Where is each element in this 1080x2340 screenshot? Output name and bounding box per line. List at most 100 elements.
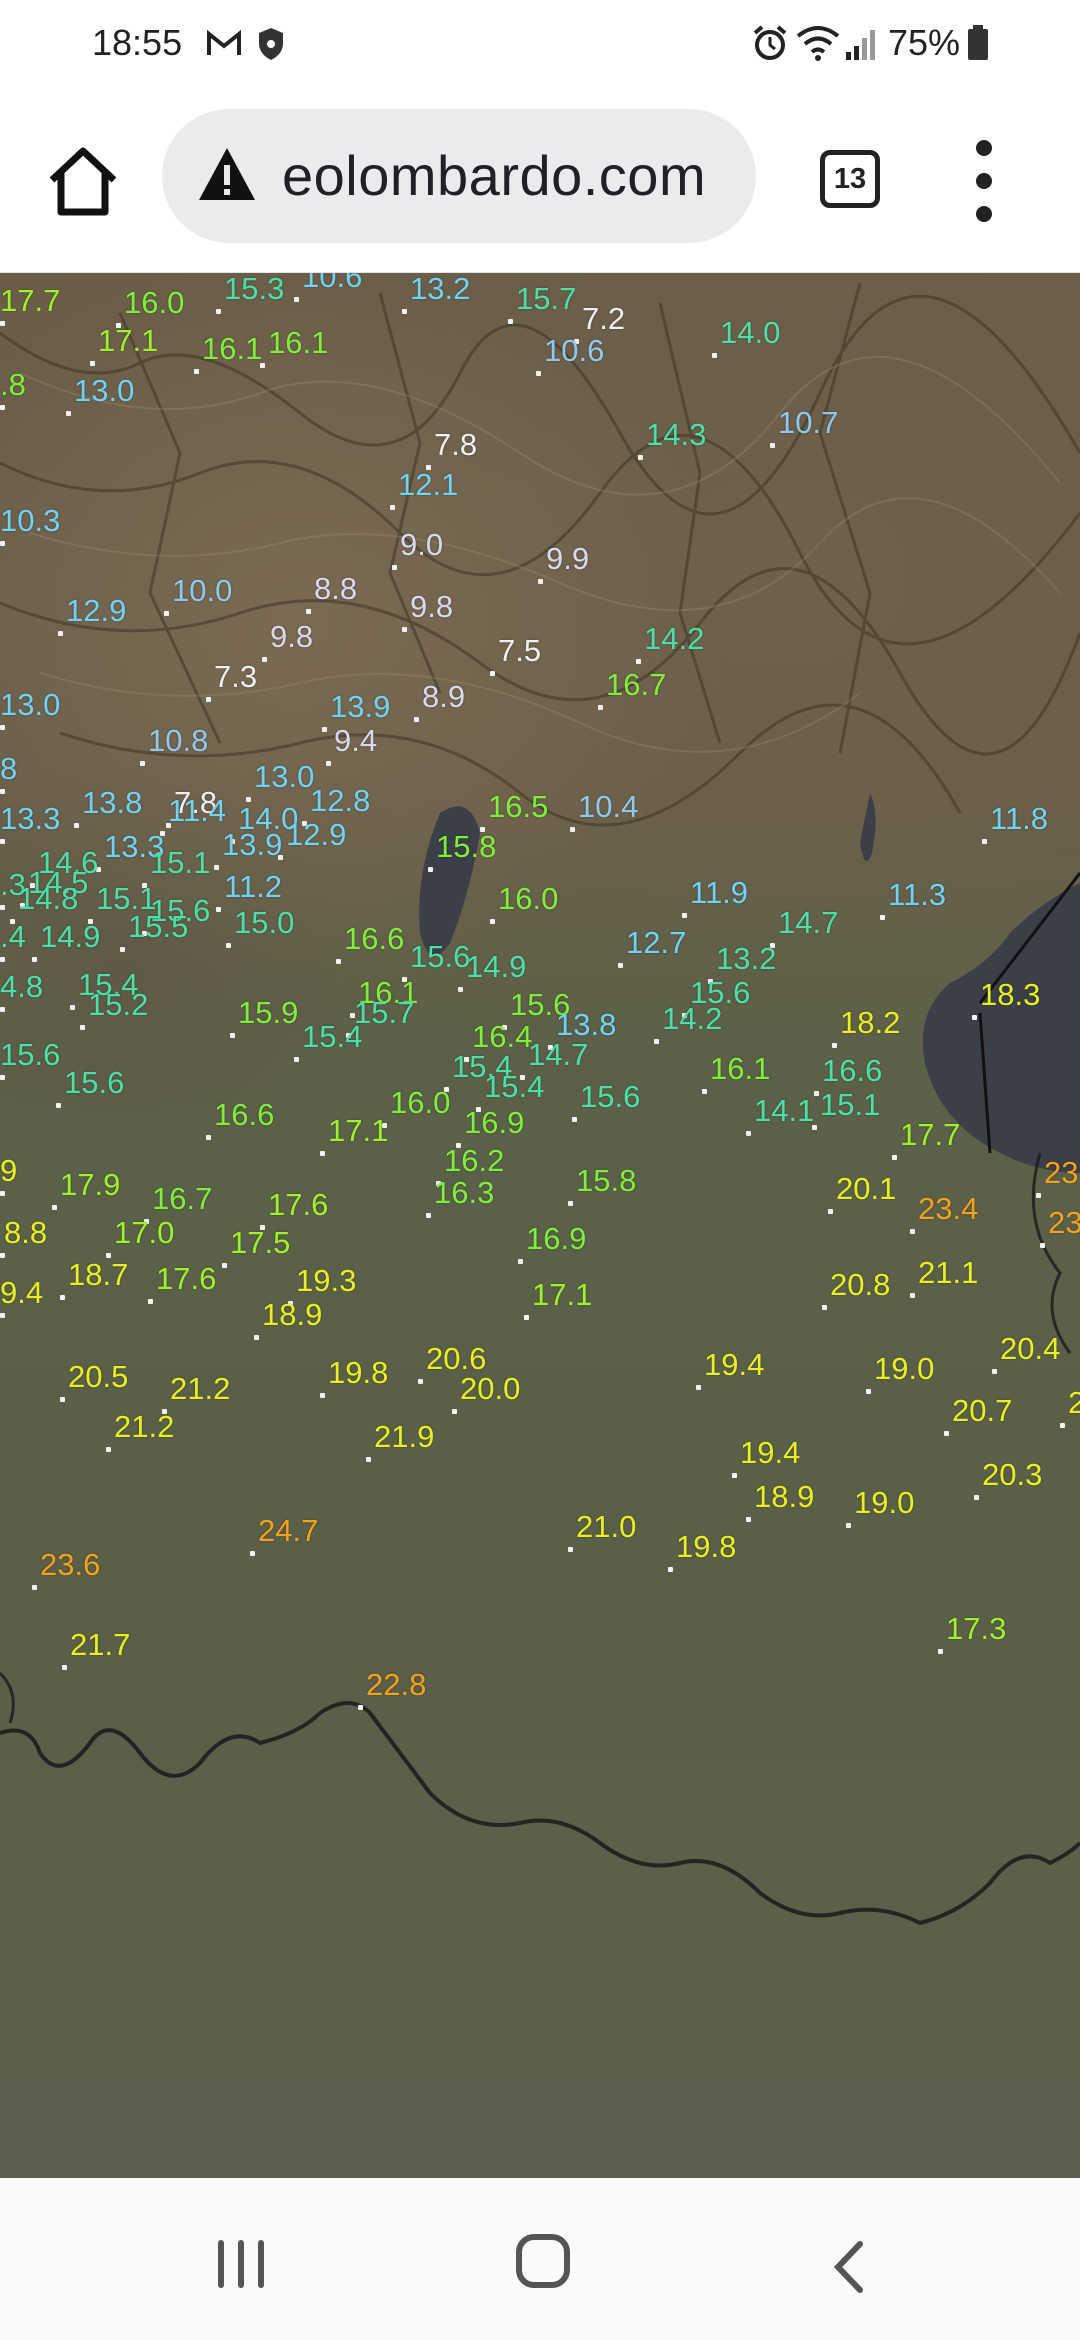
temperature-label[interactable]: 16.0: [124, 287, 184, 318]
temperature-label[interactable]: 13.3: [0, 803, 60, 834]
back-icon[interactable]: [826, 2238, 876, 2296]
temperature-label[interactable]: .4: [0, 921, 26, 952]
temperature-label[interactable]: 15.6: [0, 1039, 60, 1070]
temperature-label[interactable]: 11.8: [990, 803, 1048, 834]
temperature-label[interactable]: 19.0: [854, 1487, 914, 1518]
temperature-label[interactable]: 14.1: [754, 1095, 814, 1126]
temperature-label[interactable]: 19.8: [328, 1357, 388, 1388]
temperature-label[interactable]: 9.9: [546, 543, 589, 574]
temperature-label[interactable]: 12.9: [66, 595, 126, 626]
temperature-label[interactable]: 20.1: [836, 1173, 896, 1204]
temperature-label[interactable]: 15.7: [516, 283, 576, 314]
temperature-label[interactable]: 17.5: [230, 1227, 290, 1258]
temperature-label[interactable]: 11.3: [888, 879, 946, 910]
temperature-label[interactable]: 23.4: [918, 1193, 978, 1224]
temperature-label[interactable]: 13.0: [0, 689, 60, 720]
temperature-label[interactable]: 20.3: [982, 1459, 1042, 1490]
temperature-label[interactable]: 17.1: [532, 1279, 592, 1310]
temperature-label[interactable]: 16.2: [444, 1145, 504, 1176]
temperature-label[interactable]: 7.8: [434, 429, 477, 460]
temperature-label[interactable]: 17.3: [946, 1613, 1006, 1644]
temperature-label[interactable]: 21.1: [918, 1257, 978, 1288]
temperature-label[interactable]: 24.7: [258, 1515, 318, 1546]
tabs-button[interactable]: 13: [820, 150, 880, 208]
temperature-label[interactable]: 20.0: [460, 1373, 520, 1404]
temperature-label[interactable]: 14.9: [40, 921, 100, 952]
temperature-label[interactable]: 15.6: [410, 941, 470, 972]
temperature-label[interactable]: 12.8: [310, 785, 370, 816]
temperature-label[interactable]: 12.1: [398, 469, 458, 500]
temperature-label[interactable]: 15.6: [580, 1081, 640, 1112]
temperature-label[interactable]: 15.9: [238, 997, 298, 1028]
temperature-label[interactable]: 9.0: [400, 529, 443, 560]
temperature-label[interactable]: 15.2: [88, 989, 148, 1020]
temperature-label[interactable]: 19.4: [704, 1349, 764, 1380]
temperature-label[interactable]: 9: [0, 1155, 17, 1186]
temperature-label[interactable]: 15.4: [302, 1021, 362, 1052]
temperature-label[interactable]: 17.7: [0, 285, 60, 316]
temperature-label[interactable]: 17.0: [114, 1217, 174, 1248]
temperature-label[interactable]: 13.2: [410, 273, 470, 304]
temperature-label[interactable]: 7.3: [214, 661, 257, 692]
temperature-label[interactable]: 11.9: [690, 877, 748, 908]
url-text[interactable]: eolombardo.com: [282, 143, 706, 208]
home-circle-icon[interactable]: [516, 2234, 570, 2288]
temperature-label[interactable]: 16.7: [152, 1183, 212, 1214]
temperature-label[interactable]: 9.8: [270, 621, 313, 652]
address-bar[interactable]: eolombardo.com: [162, 109, 756, 243]
temperature-label[interactable]: 15.8: [576, 1165, 636, 1196]
temperature-label[interactable]: 20.5: [68, 1361, 128, 1392]
temperature-label[interactable]: 16.0: [390, 1087, 450, 1118]
temperature-label[interactable]: 19.0: [874, 1353, 934, 1384]
temperature-label[interactable]: 23: [1048, 1207, 1080, 1238]
temperature-label[interactable]: 14.9: [466, 951, 526, 982]
temperature-label[interactable]: 17.6: [156, 1263, 216, 1294]
temperature-label[interactable]: 12.7: [626, 927, 686, 958]
temperature-label[interactable]: 20.4: [1000, 1333, 1060, 1364]
temperature-label[interactable]: 15.0: [234, 907, 294, 938]
temperature-label[interactable]: 19.8: [676, 1531, 736, 1562]
temperature-label[interactable]: 16.9: [526, 1223, 586, 1254]
temperature-label[interactable]: 14.7: [778, 907, 838, 938]
temperature-label[interactable]: 19.3: [296, 1265, 356, 1296]
temperature-label[interactable]: 18.2: [840, 1007, 900, 1038]
temperature-label[interactable]: 17.9: [60, 1169, 120, 1200]
temperature-label[interactable]: 10.7: [778, 407, 838, 438]
temperature-label[interactable]: 17.1: [328, 1115, 388, 1146]
temperature-label[interactable]: 13.0: [74, 375, 134, 406]
temperature-label[interactable]: 18.3: [980, 979, 1040, 1010]
temperature-label[interactable]: 20.6: [426, 1343, 486, 1374]
temperature-label[interactable]: 10.4: [578, 791, 638, 822]
temperature-label[interactable]: 13.2: [716, 943, 776, 974]
temperature-label[interactable]: 17.7: [900, 1119, 960, 1150]
temperature-label[interactable]: 16.5: [488, 791, 548, 822]
weather-map[interactable]: 17.7 16.0 15.3 10.6 13.2 15.7 7.2 14.0 17.1 16.1 1…: [0, 273, 1080, 2178]
temperature-label[interactable]: 13.8: [82, 787, 142, 818]
temperature-label[interactable]: .8: [0, 369, 26, 400]
temperature-label[interactable]: 16.4: [472, 1021, 532, 1052]
temperature-label[interactable]: 14.2: [662, 1003, 722, 1034]
temperature-label[interactable]: 2: [1068, 1387, 1080, 1418]
temperature-label[interactable]: 11.4: [168, 795, 226, 826]
temperature-label[interactable]: 7.5: [498, 635, 541, 666]
temperature-label[interactable]: 16.6: [344, 923, 404, 954]
temperature-label[interactable]: 18.9: [754, 1481, 814, 1512]
temperature-label[interactable]: 16.1: [202, 333, 262, 364]
temperature-label[interactable]: 10.3: [0, 505, 60, 536]
temperature-label[interactable]: 16.1: [710, 1053, 770, 1084]
temperature-label[interactable]: 21.7: [70, 1629, 130, 1660]
temperature-label[interactable]: 8.8: [4, 1217, 47, 1248]
temperature-label[interactable]: 16.1: [268, 327, 328, 358]
temperature-label[interactable]: 11.2: [224, 871, 282, 902]
temperature-label[interactable]: 8: [0, 753, 17, 784]
temperature-label[interactable]: 21.9: [374, 1421, 434, 1452]
temperature-label[interactable]: 23: [1044, 1157, 1078, 1188]
temperature-label[interactable]: 15.4: [484, 1071, 544, 1102]
temperature-label[interactable]: 13.8: [556, 1009, 616, 1040]
temperature-label[interactable]: 10.8: [148, 725, 208, 756]
temperature-label[interactable]: 17.6: [268, 1189, 328, 1220]
menu-icon[interactable]: [968, 140, 1000, 222]
temperature-label[interactable]: 14.8: [18, 883, 78, 914]
temperature-label[interactable]: 16.6: [822, 1055, 882, 1086]
temperature-label[interactable]: 22.8: [366, 1669, 426, 1700]
